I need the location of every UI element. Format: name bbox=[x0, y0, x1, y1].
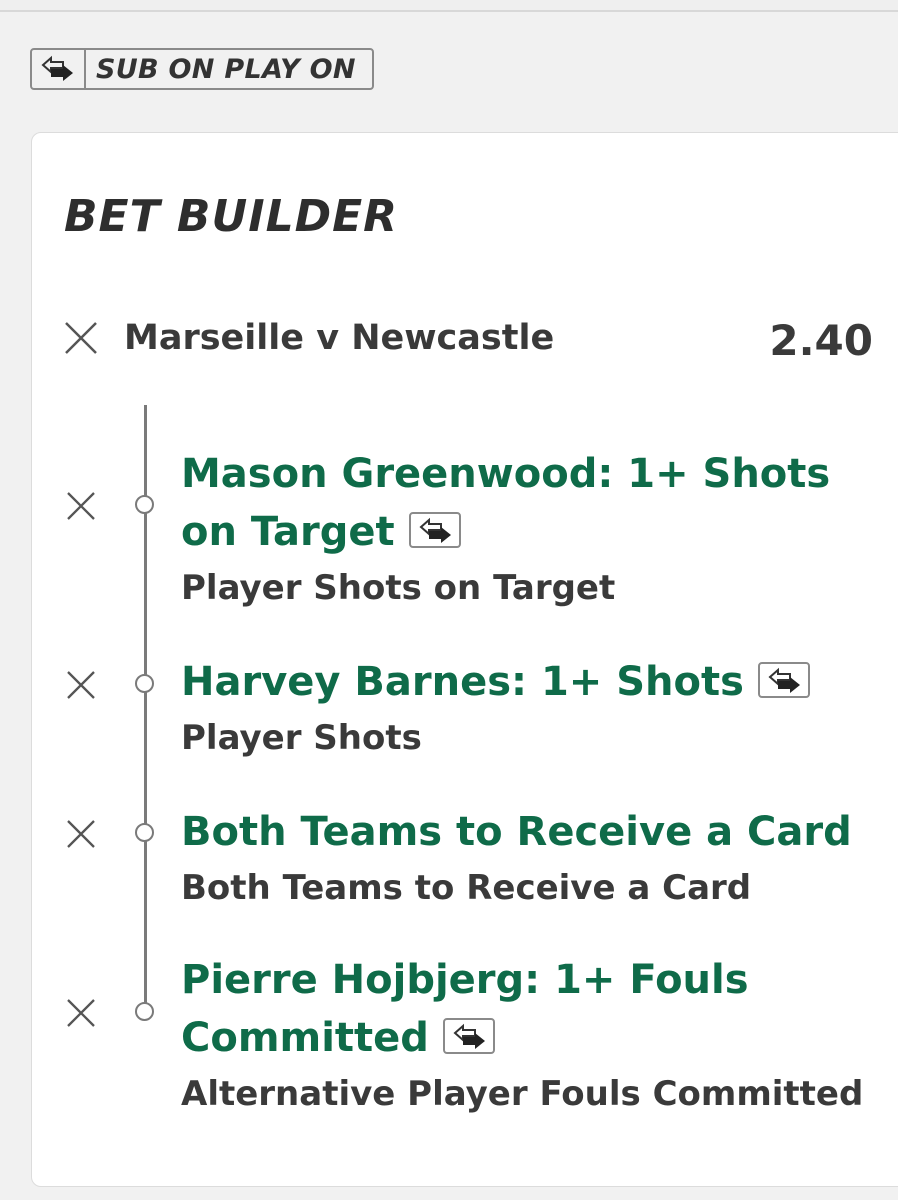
remove-leg-icon[interactable] bbox=[66, 998, 96, 1028]
leg-node bbox=[135, 1002, 154, 1021]
leg-node bbox=[135, 674, 154, 693]
swap-arrows-icon bbox=[32, 50, 86, 88]
sub-on-icon bbox=[408, 512, 461, 548]
remove-leg-icon[interactable] bbox=[66, 491, 96, 521]
leg-node bbox=[135, 495, 154, 514]
leg-selection: Harvey Barnes: 1+ Shots bbox=[181, 653, 886, 711]
leg-selection: Mason Greenwood: 1+ Shots on Target bbox=[181, 451, 831, 555]
leg-market: Alternative Player Fouls Committed bbox=[181, 1074, 864, 1114]
leg-selection: Both Teams to Receive a Card bbox=[181, 809, 852, 855]
leg-market: Both Teams to Receive a Card bbox=[181, 868, 752, 908]
leg-market: Player Shots on Target bbox=[181, 568, 616, 608]
sub-on-play-on-badge[interactable]: SUB ON PLAY ON bbox=[30, 48, 374, 90]
leg-market: Player Shots bbox=[181, 718, 422, 758]
leg-item[interactable]: Harvey Barnes: 1+ Shots Player Shots bbox=[181, 653, 886, 763]
remove-leg-icon[interactable] bbox=[66, 670, 96, 700]
leg-node bbox=[135, 823, 154, 842]
leg-item[interactable]: Pierre Hojbjerg: 1+ Fouls Committed Alte… bbox=[181, 951, 886, 1119]
remove-match-icon[interactable] bbox=[64, 321, 98, 355]
remove-leg-icon[interactable] bbox=[66, 819, 96, 849]
total-odds: 2.40 bbox=[769, 316, 873, 365]
card-title: BET BUILDER bbox=[64, 191, 399, 242]
bet-builder-card: BET BUILDER Marseille v Newcastle 2.40 M… bbox=[31, 132, 898, 1187]
sub-on-icon bbox=[442, 1018, 495, 1054]
sub-on-icon bbox=[757, 662, 810, 698]
leg-item[interactable]: Both Teams to Receive a Card Both Teams … bbox=[181, 803, 886, 913]
leg-selection: Pierre Hojbjerg: 1+ Fouls Committed bbox=[181, 957, 749, 1061]
badge-label: SUB ON PLAY ON bbox=[96, 53, 356, 85]
top-divider bbox=[0, 0, 898, 12]
match-name: Marseille v Newcastle bbox=[124, 318, 555, 358]
leg-item[interactable]: Mason Greenwood: 1+ Shots on Target Play… bbox=[181, 445, 886, 613]
